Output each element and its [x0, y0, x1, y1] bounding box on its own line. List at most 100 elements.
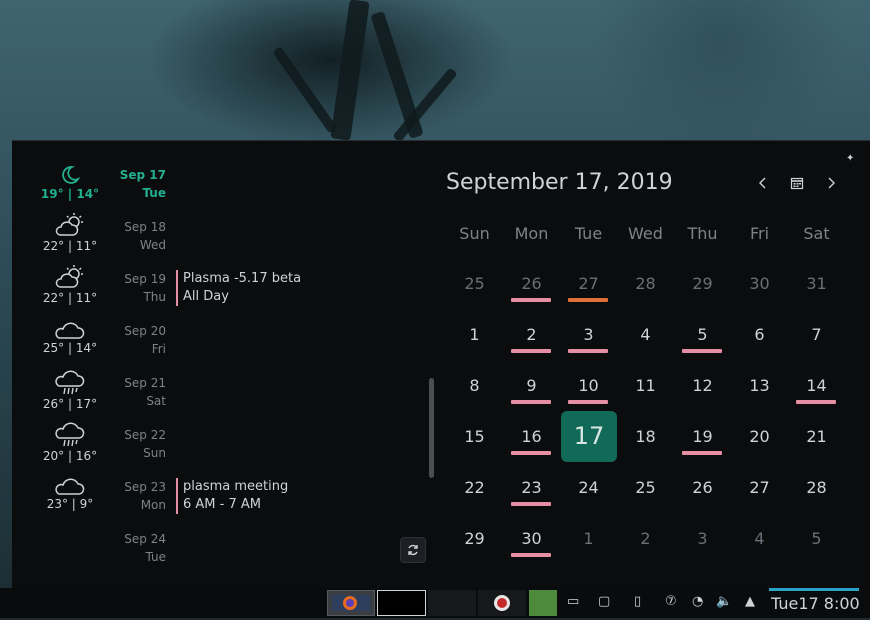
- agenda-weekday: Fri: [151, 342, 166, 356]
- agenda-day[interactable]: Sep 23 Mon plasma meeting 6 AM - 7 AM: [112, 478, 412, 518]
- updates-icon[interactable]: ⑦: [665, 594, 677, 609]
- day-cell[interactable]: 28: [617, 274, 674, 294]
- chevron-right-icon: [828, 177, 835, 189]
- day-cell[interactable]: 22: [446, 478, 503, 498]
- agenda-day[interactable]: Sep 24 Tue: [112, 530, 412, 570]
- day-cell[interactable]: 20: [731, 427, 788, 447]
- weather-temp: 22° | 11°: [42, 291, 98, 305]
- day-cell[interactable]: 1: [446, 325, 503, 345]
- partly-cloudy-icon: [55, 265, 83, 288]
- app-icon: [494, 595, 510, 611]
- battery-icon[interactable]: ▯: [634, 594, 641, 609]
- rain-icon: [55, 370, 85, 395]
- agenda-day[interactable]: Sep 19 Thu Plasma -5.17 beta All Day: [112, 270, 412, 310]
- digital-clock[interactable]: Tue17 8:00: [771, 594, 860, 613]
- day-cell[interactable]: 2: [617, 529, 674, 549]
- day-cell[interactable]: 30: [503, 529, 560, 549]
- pin-icon[interactable]: ✦: [846, 153, 854, 164]
- cloud-icon: [55, 322, 85, 339]
- display-icon[interactable]: ▭: [567, 594, 579, 609]
- day-cell[interactable]: 3: [674, 529, 731, 549]
- chevron-left-icon: [759, 177, 766, 189]
- agenda-day[interactable]: Sep 20 Fri: [112, 322, 412, 362]
- today-button[interactable]: [790, 175, 804, 194]
- agenda-date: Sep 24: [124, 532, 166, 546]
- day-cell[interactable]: 5: [674, 325, 731, 345]
- day-cell[interactable]: 12: [674, 376, 731, 396]
- weather-day-1: 22° | 11°: [30, 212, 110, 253]
- day-cell[interactable]: 16: [503, 427, 560, 447]
- day-cell[interactable]: 23: [503, 478, 560, 498]
- event-marker: [511, 400, 551, 404]
- day-cell[interactable]: 11: [617, 376, 674, 396]
- agenda-date: Sep 22: [124, 428, 166, 442]
- day-cell[interactable]: 24: [560, 478, 617, 498]
- volume-icon[interactable]: 🔈: [716, 594, 732, 609]
- weekday-header: Wed: [628, 224, 663, 243]
- power-icon[interactable]: ◔: [692, 594, 703, 609]
- weekday-header: Thu: [687, 224, 718, 243]
- day-cell[interactable]: 7: [788, 325, 845, 345]
- refresh-button[interactable]: [400, 537, 426, 563]
- agenda-event[interactable]: plasma meeting 6 AM - 7 AM: [176, 478, 288, 514]
- next-month-button[interactable]: [826, 175, 836, 194]
- expand-tray-icon[interactable]: ▲: [745, 594, 755, 609]
- calendar-title[interactable]: September 17, 2019: [446, 170, 673, 195]
- day-cell[interactable]: 26: [674, 478, 731, 498]
- agenda-scrollbar[interactable]: [429, 378, 434, 478]
- day-cell[interactable]: 9: [503, 376, 560, 396]
- partly-cloudy-icon: [55, 213, 83, 236]
- holiday-marker: [568, 298, 608, 302]
- agenda-day[interactable]: Sep 21 Sat: [112, 374, 412, 414]
- day-cell[interactable]: 29: [446, 529, 503, 549]
- day-cell[interactable]: 25: [617, 478, 674, 498]
- day-cell[interactable]: 6: [731, 325, 788, 345]
- day-cell[interactable]: 19: [674, 427, 731, 447]
- day-cell[interactable]: 3: [560, 325, 617, 345]
- weekday-header: Mon: [514, 224, 549, 243]
- day-cell-today[interactable]: 17: [561, 422, 617, 450]
- day-cell[interactable]: 21: [788, 427, 845, 447]
- weather-temp: 26° | 17°: [42, 397, 98, 411]
- day-cell[interactable]: 8: [446, 376, 503, 396]
- day-cell[interactable]: 30: [731, 274, 788, 294]
- event-marker: [796, 400, 836, 404]
- day-cell[interactable]: 15: [446, 427, 503, 447]
- day-cell[interactable]: 27: [560, 274, 617, 294]
- agenda-day[interactable]: Sep 22 Sun: [112, 426, 412, 466]
- task-app[interactable]: [478, 590, 526, 616]
- event-time: All Day: [183, 289, 229, 304]
- agenda-event[interactable]: Plasma -5.17 beta All Day: [176, 270, 301, 306]
- day-cell[interactable]: 2: [503, 325, 560, 345]
- day-cell[interactable]: 18: [617, 427, 674, 447]
- weather-temp: 19° | 14°: [40, 187, 100, 201]
- task-window-active[interactable]: [377, 590, 426, 616]
- pager-desktop[interactable]: [529, 590, 557, 616]
- screen-icon[interactable]: ▢: [598, 594, 610, 609]
- agenda-date: Sep 19: [124, 272, 166, 286]
- day-cell[interactable]: 28: [788, 478, 845, 498]
- day-cell[interactable]: 1: [560, 529, 617, 549]
- day-cell[interactable]: 13: [731, 376, 788, 396]
- day-cell[interactable]: 27: [731, 478, 788, 498]
- agenda-day[interactable]: Sep 18 Wed: [112, 218, 412, 258]
- day-cell[interactable]: 14: [788, 376, 845, 396]
- task-window[interactable]: [428, 590, 476, 616]
- event-marker: [511, 451, 551, 455]
- day-cell[interactable]: 4: [731, 529, 788, 549]
- weather-temp: 20° | 16°: [42, 449, 98, 463]
- day-cell[interactable]: 10: [560, 376, 617, 396]
- day-cell[interactable]: 25: [446, 274, 503, 294]
- day-cell[interactable]: 29: [674, 274, 731, 294]
- day-cell[interactable]: 4: [617, 325, 674, 345]
- event-marker: [568, 349, 608, 353]
- day-cell[interactable]: 5: [788, 529, 845, 549]
- agenda-day[interactable]: Sep 17 Tue: [112, 166, 412, 206]
- day-cell[interactable]: 26: [503, 274, 560, 294]
- agenda-date: Sep 18: [124, 220, 166, 234]
- event-marker: [511, 553, 551, 557]
- event-marker: [568, 400, 608, 404]
- previous-month-button[interactable]: [758, 175, 768, 194]
- day-cell[interactable]: 31: [788, 274, 845, 294]
- task-firefox[interactable]: [327, 590, 375, 616]
